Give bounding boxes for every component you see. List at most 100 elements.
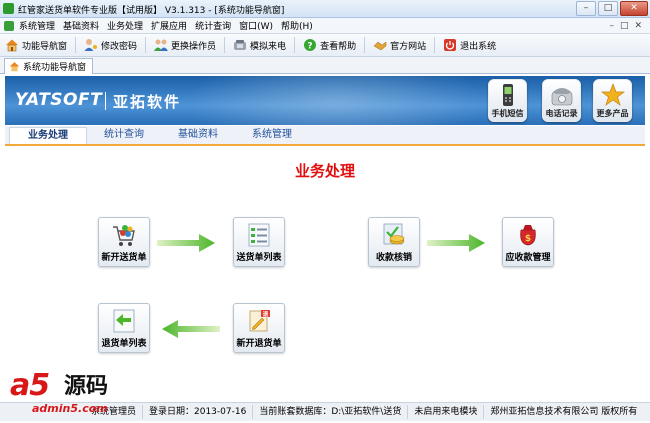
receivables-label: 应收款管理 <box>505 253 551 263</box>
tab-label: 系统功能导航窗 <box>23 63 87 73</box>
toolbar-change-password-button[interactable]: 修改密码 <box>79 35 142 55</box>
telephone-icon <box>551 88 573 106</box>
flow-arrow-right-icon <box>427 234 485 252</box>
home-icon <box>6 39 18 52</box>
status-caller-module: 未启用来电模块 <box>408 405 485 419</box>
delivery-list-label: 送货单列表 <box>236 253 282 263</box>
toolbar-label: 更换操作员 <box>171 41 217 52</box>
receipt-writeoff-label: 收款核销 <box>375 253 412 263</box>
menu-item-help[interactable]: 帮助(H) <box>277 19 317 32</box>
title-bar: 红管家送货单软件专业版【试用版】 V3.1.313 - [系统功能导航窗] – … <box>0 0 650 18</box>
delivery-list-button[interactable]: 送货单列表 <box>233 217 285 267</box>
home-icon <box>9 62 20 72</box>
tab-system-navigation[interactable]: 系统功能导航窗 <box>4 58 94 74</box>
new-return-button[interactable]: 退 新开退货单 <box>233 303 285 353</box>
menu-item-business[interactable]: 业务处理 <box>103 19 147 32</box>
more-products-label: 更多产品 <box>596 109 629 118</box>
toolbar-divider <box>294 37 296 53</box>
toolbar-nav-window-button[interactable]: 功能导航窗 <box>0 35 72 55</box>
sms-label: 手机短信 <box>491 109 524 118</box>
flow-arrow-right-icon <box>157 234 215 252</box>
toolbar-switch-operator-button[interactable]: 更换操作员 <box>149 35 221 55</box>
shopping-cart-icon <box>113 225 135 246</box>
toolbar-divider <box>434 37 436 53</box>
logo-chinese: 亚拓软件 <box>113 93 182 111</box>
toolbar-label: 功能导航窗 <box>22 41 68 52</box>
return-list-label: 退货单列表 <box>101 339 147 349</box>
watermark-brand: a5 <box>10 368 50 403</box>
tab-business[interactable]: 业务处理 <box>9 127 87 144</box>
logo-latin: YATSOFT <box>15 90 103 110</box>
toolbar-label: 官方网站 <box>390 41 427 52</box>
toolbar-divider <box>75 37 77 53</box>
handshake-icon <box>373 41 387 51</box>
toolbar-help-button[interactable]: ? 查看帮助 <box>298 35 361 55</box>
window-title: 红管家送货单软件专业版【试用版】 V3.1.313 - [系统功能导航窗] <box>18 6 285 16</box>
module-tabs: 业务处理 统计查询 基础资料 系统管理 <box>5 126 645 146</box>
child-minimize-button[interactable]: – <box>609 21 614 31</box>
menu-item-window[interactable]: 窗口(W) <box>235 19 277 32</box>
brand-banner: YATSOFT 亚拓软件 手机短信 电话记录 更多产品 <box>5 76 645 125</box>
app-window: 红管家送货单软件专业版【试用版】 V3.1.313 - [系统功能导航窗] – … <box>0 0 650 423</box>
toolbar-label: 修改密码 <box>101 41 138 52</box>
toolbar-divider <box>145 37 147 53</box>
new-delivery-button[interactable]: 新开送货单 <box>98 217 150 267</box>
mobile-phone-icon <box>503 84 513 106</box>
watermark-brand-cn: 源码 <box>64 374 109 399</box>
return-list-button[interactable]: 退货单列表 <box>98 303 150 353</box>
document-tab-strip: 系统功能导航窗 <box>0 57 650 74</box>
status-copyright: 郑州亚拓信息技术有限公司 版权所有 <box>490 407 638 417</box>
toolbar-label: 模拟来电 <box>250 41 287 52</box>
return-form-icon: 退 <box>249 310 270 332</box>
toolbar-simulate-call-button[interactable]: 模拟来电 <box>228 35 291 55</box>
close-button[interactable]: ✕ <box>620 1 648 16</box>
receivables-button[interactable]: $ 应收款管理 <box>502 217 554 267</box>
phone-icon <box>234 40 247 50</box>
toolbar-label: 查看帮助 <box>320 41 357 52</box>
svg-text:?: ? <box>307 42 312 52</box>
watermark-url: admin5.com <box>32 402 108 415</box>
menu-item-system[interactable]: 系统管理 <box>15 19 59 32</box>
new-return-label: 新开退货单 <box>236 339 282 349</box>
status-login-date: 登录日期：2013-07-16 <box>143 405 254 419</box>
list-document-icon <box>248 223 270 247</box>
new-delivery-label: 新开送货单 <box>101 253 147 263</box>
tab-basic-data[interactable]: 基础资料 <box>161 127 235 143</box>
toolbar-divider <box>364 37 366 53</box>
toolbar-exit-button[interactable]: 退出系统 <box>438 35 501 55</box>
status-database: 当前账套数据库：D:\亚拓软件\送货 <box>253 405 409 419</box>
child-close-button[interactable]: ✕ <box>634 21 642 31</box>
maximize-button[interactable]: □ <box>598 1 618 16</box>
toolbar-label: 退出系统 <box>460 41 497 52</box>
call-log-button[interactable]: 电话记录 <box>542 79 581 122</box>
svg-text:$: $ <box>525 234 531 244</box>
menu-item-statistics[interactable]: 统计查询 <box>191 19 235 32</box>
user-key-icon <box>84 39 98 51</box>
svg-text:退: 退 <box>263 310 269 318</box>
receipt-writeoff-button[interactable]: 收款核销 <box>368 217 420 267</box>
users-icon <box>154 39 169 51</box>
return-document-icon <box>113 309 135 333</box>
business-panel: 业务处理 新开送货单 送货单列表 收款核销 $ 应收款管理 退货单列表 退 新开… <box>5 146 645 401</box>
minimize-button[interactable]: – <box>576 1 596 16</box>
toolbar-website-button[interactable]: 官方网站 <box>368 35 431 55</box>
tab-system-management[interactable]: 系统管理 <box>235 127 309 143</box>
menu-item-extensions[interactable]: 扩展应用 <box>147 19 191 32</box>
call-log-label: 电话记录 <box>545 109 578 118</box>
coins-check-icon <box>383 223 405 245</box>
help-icon: ? <box>304 39 317 52</box>
watermark: a5 源码 admin5.com <box>2 370 152 420</box>
menu-item-basic-data[interactable]: 基础资料 <box>59 19 103 32</box>
power-icon <box>444 39 457 51</box>
money-bag-icon: $ <box>520 225 536 246</box>
more-products-button[interactable]: 更多产品 <box>593 79 632 122</box>
flow-arrow-left-icon <box>162 320 220 338</box>
toolbar-divider <box>224 37 226 53</box>
menu-bar: 系统管理 基础资料 业务处理 扩展应用 统计查询 窗口(W) 帮助(H) – □… <box>0 18 650 34</box>
star-icon <box>601 83 625 106</box>
sms-button[interactable]: 手机短信 <box>488 79 527 122</box>
logo-divider <box>105 92 106 110</box>
tab-statistics[interactable]: 统计查询 <box>87 127 161 143</box>
toolbar: 功能导航窗 修改密码 更换操作员 模拟来电 ? 查看帮助 官方网站 退出系统 <box>0 34 650 57</box>
child-restore-button[interactable]: □ <box>620 21 629 31</box>
